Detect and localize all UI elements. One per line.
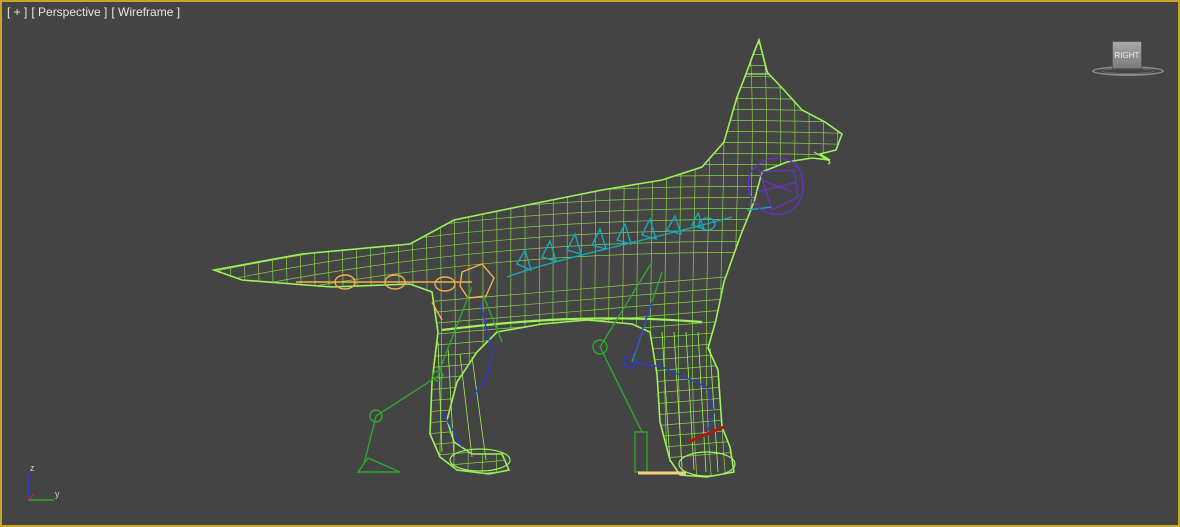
front-paw-mesh: [678, 451, 736, 477]
axis-z-label: z: [30, 463, 35, 473]
tail-bones[interactable]: [296, 263, 495, 321]
dog-wireframe-scene[interactable]: [2, 2, 1178, 525]
rear-paw-mesh: [449, 448, 511, 472]
axis-tripod: z y: [22, 463, 72, 506]
viewcube[interactable]: RIGHT: [1090, 38, 1170, 82]
dog-mesh-grid: [214, 40, 842, 477]
front-foot-ik-helper[interactable]: [687, 425, 725, 444]
belly-edge-loop: [441, 317, 703, 332]
spine-bones[interactable]: [506, 206, 773, 278]
axis-y-label: y: [55, 489, 60, 499]
rear-leg-bones[interactable]: [356, 286, 503, 473]
ear-mesh: [745, 38, 769, 75]
perspective-viewport[interactable]: [ + ] [ Perspective ] [ Wireframe ] RIGH…: [0, 0, 1180, 527]
viewcube-right-face[interactable]: RIGHT: [1112, 41, 1142, 69]
